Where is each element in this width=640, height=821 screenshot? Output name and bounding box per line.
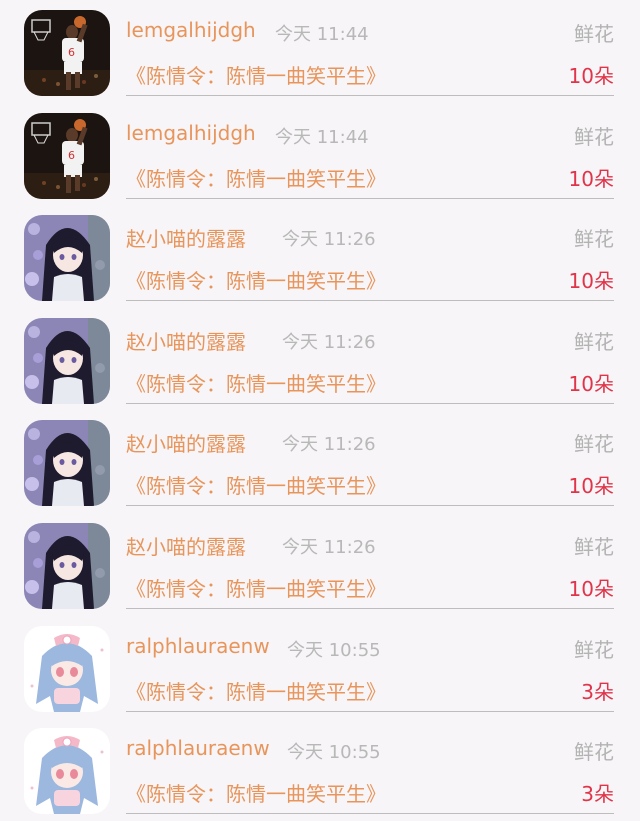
send-time: 今天 11:26 [282,537,376,558]
gift-count: 10朵 [568,269,614,293]
anime-girl-dark-hair-avatar[interactable] [24,523,110,609]
work-title[interactable]: 《陈情令：陈情一曲笑平生》 [126,676,386,705]
sender-name: 赵小喵的露露 [126,432,246,456]
send-time: 今天 11:26 [282,434,376,455]
send-time: 今天 11:44 [275,24,369,45]
gift-type: 鲜花 [574,330,614,354]
gift-record-list: 6 lemgalhijdgh 今天 11:44 鲜花 《陈情令：陈情一曲笑平生》… [0,0,640,814]
send-time: 今天 11:44 [275,127,369,148]
divider [126,711,614,712]
divider [126,505,614,506]
gift-count: 10朵 [568,167,614,191]
sender-name: lemgalhijdgh [126,18,256,42]
gift-type: 鲜花 [574,535,614,559]
gift-count: 3朵 [581,782,614,806]
basketball-player-avatar[interactable]: 6 [24,113,110,199]
gift-type: 鲜花 [574,432,614,456]
work-title[interactable]: 《陈情令：陈情一曲笑平生》 [126,368,386,397]
gift-count: 10朵 [568,64,614,88]
work-title[interactable]: 《陈情令：陈情一曲笑平生》 [126,60,386,89]
gift-type: 鲜花 [574,740,614,764]
divider [126,300,614,301]
work-title[interactable]: 《陈情令：陈情一曲笑平生》 [126,163,386,192]
divider [126,95,614,96]
gift-record-row[interactable]: 赵小喵的露露 今天 11:26 鲜花 《陈情令：陈情一曲笑平生》 10朵 [0,205,640,308]
anime-girl-blue-hair-avatar[interactable] [24,626,110,712]
gift-count: 10朵 [568,474,614,498]
sender-name: 赵小喵的露露 [126,227,246,251]
gift-record-row[interactable]: 6 lemgalhijdgh 今天 11:44 鲜花 《陈情令：陈情一曲笑平生》… [0,103,640,206]
sender-name: lemgalhijdgh [126,121,256,145]
gift-type: 鲜花 [574,22,614,46]
gift-type: 鲜花 [574,125,614,149]
work-title[interactable]: 《陈情令：陈情一曲笑平生》 [126,470,386,499]
send-time: 今天 11:26 [282,229,376,250]
divider [126,403,614,404]
anime-girl-dark-hair-avatar[interactable] [24,215,110,301]
send-time: 今天 10:55 [287,742,381,763]
send-time: 今天 11:26 [282,332,376,353]
gift-type: 鲜花 [574,638,614,662]
gift-record-row[interactable]: 6 lemgalhijdgh 今天 11:44 鲜花 《陈情令：陈情一曲笑平生》… [0,0,640,103]
anime-girl-blue-hair-avatar[interactable] [24,728,110,814]
gift-type: 鲜花 [574,227,614,251]
gift-count: 3朵 [581,680,614,704]
sender-name: ralphlauraenw [126,736,270,760]
gift-record-row[interactable]: 赵小喵的露露 今天 11:26 鲜花 《陈情令：陈情一曲笑平生》 10朵 [0,410,640,513]
send-time: 今天 10:55 [287,640,381,661]
sender-name: ralphlauraenw [126,634,270,658]
work-title[interactable]: 《陈情令：陈情一曲笑平生》 [126,265,386,294]
work-title[interactable]: 《陈情令：陈情一曲笑平生》 [126,778,386,807]
gift-record-row[interactable]: 赵小喵的露露 今天 11:26 鲜花 《陈情令：陈情一曲笑平生》 10朵 [0,513,640,616]
svg-text:6: 6 [68,46,75,59]
sender-name: 赵小喵的露露 [126,535,246,559]
divider [126,198,614,199]
svg-text:6: 6 [68,149,75,162]
basketball-player-avatar[interactable]: 6 [24,10,110,96]
gift-record-row[interactable]: ralphlauraenw 今天 10:55 鲜花 《陈情令：陈情一曲笑平生》 … [0,616,640,719]
gift-count: 10朵 [568,372,614,396]
work-title[interactable]: 《陈情令：陈情一曲笑平生》 [126,573,386,602]
sender-name: 赵小喵的露露 [126,330,246,354]
anime-girl-dark-hair-avatar[interactable] [24,318,110,404]
gift-count: 10朵 [568,577,614,601]
gift-record-row[interactable]: 赵小喵的露露 今天 11:26 鲜花 《陈情令：陈情一曲笑平生》 10朵 [0,308,640,411]
anime-girl-dark-hair-avatar[interactable] [24,420,110,506]
divider [126,608,614,609]
gift-record-row[interactable]: ralphlauraenw 今天 10:55 鲜花 《陈情令：陈情一曲笑平生》 … [0,718,640,821]
